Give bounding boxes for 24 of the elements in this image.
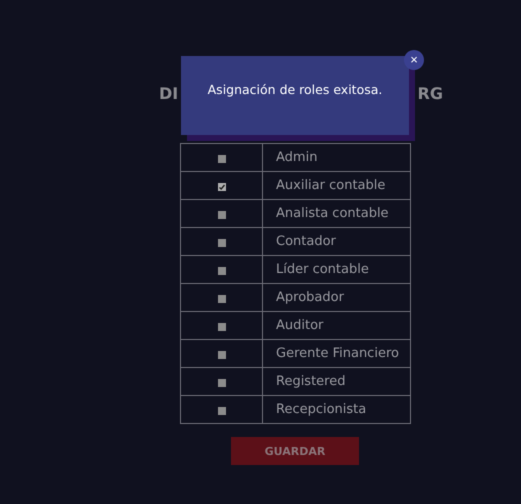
role-checkbox[interactable] [218, 238, 226, 247]
role-name: Analista contable [262, 200, 410, 228]
role-checkbox[interactable] [218, 322, 226, 331]
role-checkbox[interactable] [218, 154, 226, 163]
role-name: Auditor [262, 312, 410, 340]
role-checkbox[interactable] [218, 210, 226, 219]
role-checkbox[interactable] [218, 378, 226, 387]
close-button[interactable]: × [404, 50, 424, 70]
page-heading: DI [159, 84, 178, 103]
role-name: Auxiliar contable [262, 172, 410, 200]
role-checkbox[interactable] [218, 294, 226, 303]
page-heading: RG [418, 84, 443, 103]
role-name: Recepcionista [262, 396, 410, 424]
role-checkbox[interactable] [218, 350, 226, 359]
role-name: Registered [262, 368, 410, 396]
dialog-message: Asignación de roles exitosa. [208, 82, 382, 97]
role-name: Gerente Financiero [262, 340, 410, 368]
role-name: Admin [262, 144, 410, 172]
role-checkbox[interactable] [218, 266, 226, 275]
role-checkbox[interactable] [218, 182, 226, 191]
role-name: Aprobador [262, 284, 410, 312]
role-name: Líder contable [262, 256, 410, 284]
role-checkbox[interactable] [218, 406, 226, 415]
role-name: Contador [262, 228, 410, 256]
